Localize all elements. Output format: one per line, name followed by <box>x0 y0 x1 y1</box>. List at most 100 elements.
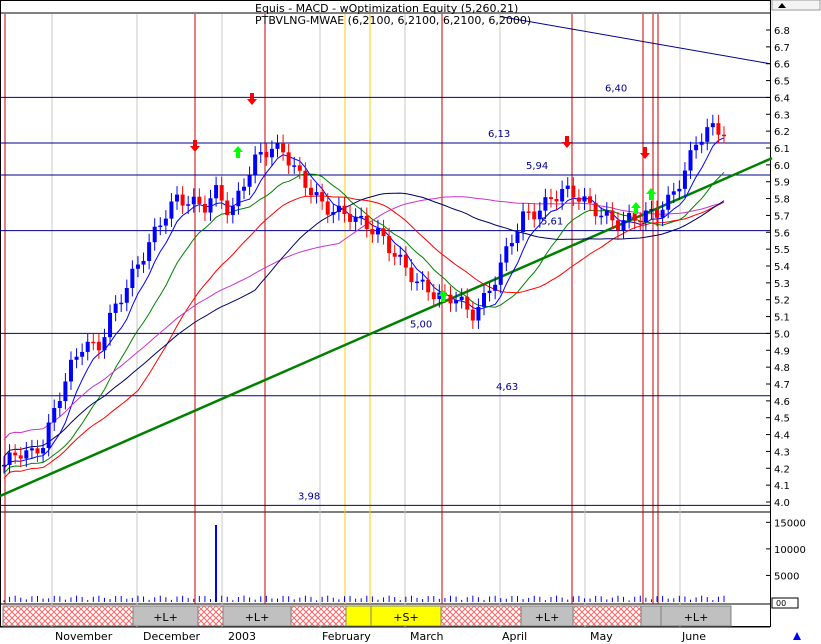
price-bar-body <box>275 142 280 149</box>
x-axis-label: May <box>590 630 613 643</box>
price-bar-body <box>610 210 615 221</box>
x-axis-label: June <box>681 630 706 643</box>
price-tick-label: 6.3 <box>774 110 790 121</box>
price-bar-body <box>359 215 364 218</box>
price-tick-label: 5.3 <box>774 279 790 290</box>
signal-bar-segment: +L+ <box>222 605 292 627</box>
price-bar-body <box>599 215 604 218</box>
price-bar-body <box>387 236 392 254</box>
price-bar-body <box>487 290 492 294</box>
price-bar-body <box>682 170 687 189</box>
price-bar-body <box>214 185 219 199</box>
signal-segment-box <box>640 605 662 627</box>
signal-segment-box <box>572 605 642 627</box>
price-chart: 6,406,135,945,615,004,633,98 +L+ +L+ +S+ +L… <box>0 0 821 644</box>
price-bar-body <box>197 196 202 204</box>
price-tick-label: 4.5 <box>774 414 790 425</box>
price-bar-body <box>465 296 470 310</box>
price-bar-body <box>236 190 241 207</box>
price-bar-body <box>141 260 146 265</box>
price-bar-body <box>331 212 336 215</box>
price-bar-body <box>532 211 537 220</box>
signal-segment-box <box>290 605 347 627</box>
price-tick-label: 4.9 <box>774 346 790 357</box>
price-bar-body <box>281 142 286 153</box>
price-bar-body <box>364 215 369 230</box>
price-tick-label: 4.8 <box>774 363 790 374</box>
signal-segment-label: +L+ <box>245 611 270 624</box>
price-tick-label: 5.4 <box>774 262 790 273</box>
x-axis-label: March <box>410 630 444 643</box>
price-bar-body <box>169 201 174 219</box>
signal-bar-segment <box>440 605 522 627</box>
volume-tick-label: 15000 <box>774 518 806 529</box>
signal-segment-label: +L+ <box>153 611 178 624</box>
price-tick-label: 4.4 <box>774 431 790 442</box>
price-tick-label: 5.7 <box>774 211 790 222</box>
signal-segment-box <box>2 605 134 627</box>
price-bar-body <box>180 194 185 206</box>
scroll-top-button[interactable] <box>771 0 821 11</box>
price-bar-body <box>286 152 291 166</box>
level-label: 4,63 <box>496 382 518 393</box>
price-bar-body <box>588 196 593 203</box>
x-axis-label: December <box>143 630 201 643</box>
price-bar-body <box>175 194 180 202</box>
price-tick-label: 6.5 <box>774 77 790 88</box>
price-tick-label: 6.4 <box>774 93 790 104</box>
signal-segment-label: +S+ <box>393 611 418 624</box>
price-bar-body <box>420 279 425 282</box>
price-bar-body <box>649 209 654 211</box>
price-bar-body <box>158 225 163 228</box>
signal-bar-segment: +L+ <box>520 605 574 627</box>
price-bar-body <box>459 296 464 301</box>
signal-bar-segment <box>197 605 224 627</box>
price-bar-body <box>202 203 207 213</box>
price-tick-label: 5.8 <box>774 195 790 206</box>
price-bar-body <box>163 218 168 226</box>
price-bar-body <box>526 211 531 213</box>
price-bar-body <box>314 192 319 196</box>
volume-tick-label: 5000 <box>774 571 799 582</box>
price-tick-label: 6.1 <box>774 144 790 155</box>
price-tick-label: 4.1 <box>774 481 790 492</box>
price-bar-body <box>694 144 699 151</box>
price-bar-body <box>242 186 246 191</box>
price-bar-body <box>18 455 23 459</box>
price-bar-body <box>554 199 559 202</box>
price-bar-body <box>135 264 140 269</box>
price-bar-body <box>96 341 101 351</box>
price-bar-body <box>13 452 18 456</box>
signal-segment-label: +L+ <box>535 611 560 624</box>
price-bar-body <box>431 292 436 300</box>
price-bar-body <box>52 407 57 423</box>
price-tick-label: 6.8 <box>774 26 790 37</box>
x-axis-label: November <box>55 630 113 643</box>
x-axis-label: February <box>322 630 371 643</box>
price-bar-body <box>264 152 269 158</box>
price-bar-body <box>24 450 29 459</box>
chart-window: 6,40 6,13 5,94 5,61 5,00 4,63 3,98 +L+ +L+ +S+ +L… <box>0 0 821 644</box>
price-bar-body <box>666 194 671 210</box>
price-bar-body <box>638 220 643 223</box>
price-bar-body <box>627 213 632 221</box>
price-tick-label: 6.0 <box>774 161 790 172</box>
price-bar-body <box>208 198 213 213</box>
price-tick-label: 4.6 <box>774 397 790 408</box>
price-bar-body <box>292 165 297 167</box>
price-bar-body <box>409 267 414 283</box>
price-bar-body <box>320 192 325 202</box>
x-axis-label: April <box>502 630 527 643</box>
price-bar-body <box>537 210 542 220</box>
price-bar-body <box>470 309 475 321</box>
signal-bar-segment <box>2 605 134 627</box>
level-label: 3,98 <box>298 491 320 502</box>
price-bar-body <box>57 401 62 408</box>
price-bar-body <box>454 300 459 304</box>
price-bar-body <box>297 165 302 171</box>
price-bar-body <box>643 210 648 222</box>
price-bar-body <box>375 228 380 235</box>
price-tick-label: 5.9 <box>774 178 790 189</box>
signal-bar-segment <box>572 605 642 627</box>
price-tick-label: 5.0 <box>774 329 790 340</box>
